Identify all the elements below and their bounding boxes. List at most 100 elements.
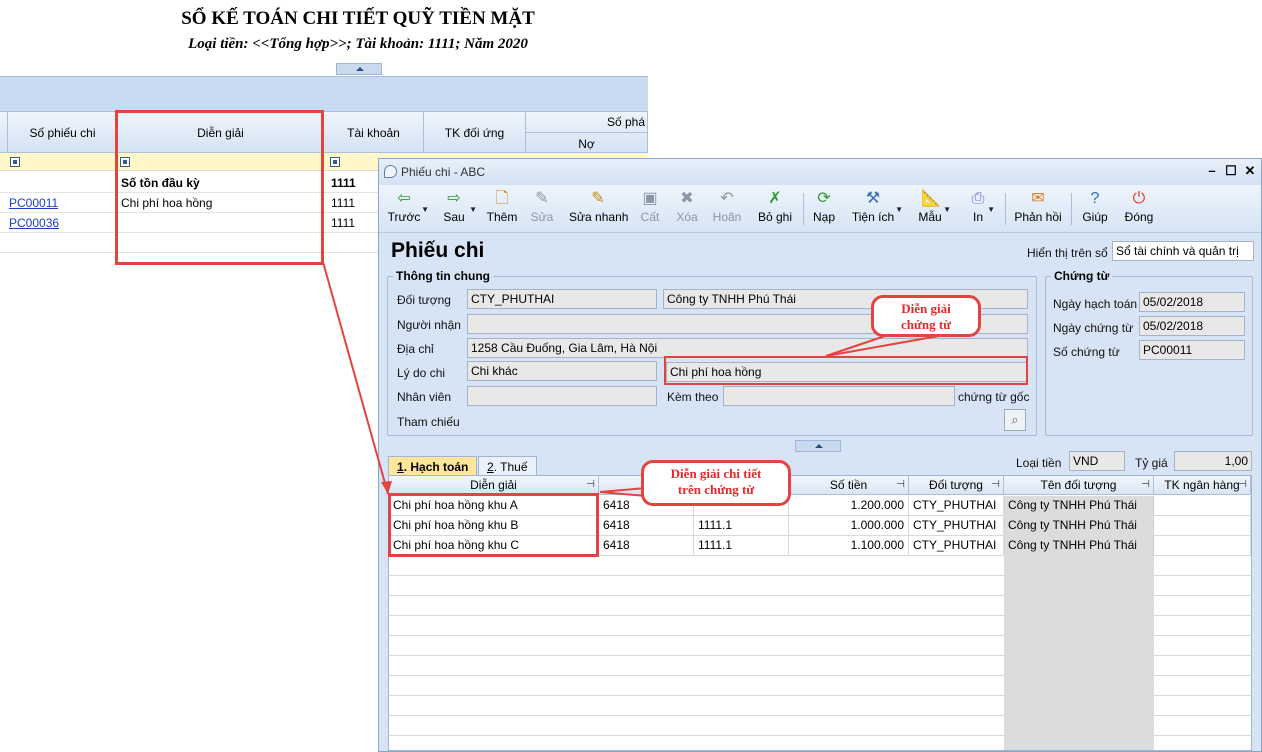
- help-button[interactable]: ? Giúp: [1081, 187, 1109, 231]
- delete-icon: ✖: [680, 190, 694, 207]
- undo-button[interactable]: ↶ Hoãn: [711, 187, 743, 231]
- pin-icon[interactable]: ⊣: [896, 476, 905, 494]
- filter-icon[interactable]: [10, 157, 20, 167]
- cell-tai-khoan: 1111: [331, 216, 356, 230]
- filter-icon[interactable]: [330, 157, 340, 167]
- collapse-splitter[interactable]: [336, 63, 382, 75]
- ngay-hach-toan-field[interactable]: 05/02/2018: [1139, 292, 1245, 312]
- doi-tuong-label: Đối tượng: [397, 293, 451, 307]
- feedback-button[interactable]: ✉ Phản hồi: [1013, 187, 1063, 231]
- col-tai-khoan[interactable]: Tài khoản: [324, 112, 424, 154]
- nguoi-nhan-label: Người nhận: [397, 318, 461, 332]
- col-no[interactable]: Nợ: [526, 133, 648, 154]
- kem-theo-field[interactable]: [723, 386, 955, 406]
- col-tk-ngan-hang[interactable]: TK ngân hàng ⊣: [1154, 476, 1251, 495]
- table-row[interactable]: [389, 596, 1251, 616]
- ly-do-chi-field[interactable]: Chi khác: [467, 361, 657, 381]
- ngay-chung-tu-field[interactable]: 05/02/2018: [1139, 316, 1245, 336]
- minimize-icon[interactable]: –: [1203, 162, 1221, 180]
- so-chung-tu-label: Số chứng từ: [1053, 345, 1120, 359]
- maximize-icon[interactable]: ☐: [1222, 162, 1240, 180]
- col-so-phieu-chi[interactable]: Số phiếu chi: [8, 112, 118, 154]
- highlight-report-dien-giai: [115, 110, 324, 265]
- highlight-grid-dien-giai: [388, 493, 599, 557]
- mail-icon: ✉: [1031, 190, 1045, 207]
- ngay-chung-tu-label: Ngày chứng từ: [1053, 321, 1134, 335]
- close-icon[interactable]: ✕: [1241, 162, 1259, 180]
- save-button[interactable]: ▣ Cất: [639, 187, 661, 231]
- col-so-tien[interactable]: Số tiền ⊣: [789, 476, 909, 495]
- reload-button[interactable]: ⟳ Nạp: [811, 187, 837, 231]
- callout-dien-giai-chung-tu: Diễn giải chứng từ: [871, 295, 981, 337]
- cell-tai-khoan: 1111: [331, 176, 356, 190]
- tab-thue[interactable]: 2. Thuế: [478, 456, 537, 476]
- pin-icon[interactable]: ⊣: [586, 476, 595, 494]
- col-doi-tuong[interactable]: Đối tượng ⊣: [909, 476, 1004, 495]
- table-row[interactable]: [389, 616, 1251, 636]
- report-title: SỔ KẾ TOÁN CHI TIẾT QUỸ TIỀN MẶT: [181, 8, 535, 29]
- dia-chi-field[interactable]: 1258 Cầu Đuống, Gia Lâm, Hà Nội: [467, 338, 1028, 358]
- table-row[interactable]: [389, 556, 1251, 576]
- edit-document-icon: ✎: [535, 190, 549, 207]
- ty-gia-label: Tỷ giá: [1135, 456, 1168, 470]
- col-so-phat-sinh[interactable]: Số phá: [526, 112, 648, 133]
- page-title: Phiếu chi: [391, 239, 485, 262]
- unpost-button[interactable]: ✗ Bỏ ghi: [757, 187, 793, 231]
- chung-tu-title: Chứng từ: [1051, 269, 1113, 283]
- report-grid-header: Số phiếu chi Diễn giải Tài khoản TK đối …: [0, 111, 648, 154]
- next-button[interactable]: ⇨ Sau ▼: [439, 187, 477, 231]
- table-row[interactable]: [389, 696, 1251, 716]
- so-chung-tu-field[interactable]: PC00011: [1139, 340, 1245, 360]
- undo-icon: ↶: [720, 190, 734, 207]
- refresh-icon: ⟳: [817, 190, 831, 207]
- table-row[interactable]: [389, 576, 1251, 596]
- chung-tu-goc-label: chứng từ gốc: [958, 390, 1030, 404]
- report-group-band: [0, 76, 648, 111]
- loai-tien-field[interactable]: VND: [1069, 451, 1125, 471]
- search-icon[interactable]: ⌕: [1004, 409, 1026, 431]
- nhan-vien-field[interactable]: [467, 386, 657, 406]
- doi-tuong-code-field[interactable]: CTY_PHUTHAI: [467, 289, 657, 309]
- hien-thi-label: Hiển thị trên sổ: [1027, 246, 1108, 260]
- window-title: Phiếu chi - ABC: [401, 165, 486, 179]
- print-button[interactable]: ⎙ In ▼: [969, 187, 995, 231]
- phieu-chi-dialog: Phiếu chi - ABC – ☐ ✕ ⇦ Trước ▼ ⇨ Sau ▼ 🗋 …: [378, 158, 1262, 752]
- utilities-button[interactable]: ⚒ Tiện ích ▼: [851, 187, 903, 231]
- cell-tai-khoan: 1111: [331, 196, 356, 210]
- hien-thi-select[interactable]: Sổ tài chính và quản trị: [1112, 241, 1254, 261]
- pin-icon[interactable]: ⊣: [1238, 476, 1247, 494]
- add-button[interactable]: 🗋 Thêm: [485, 187, 519, 231]
- edit-button[interactable]: ✎ Sửa: [529, 187, 555, 231]
- template-button[interactable]: 📐 Mẫu ▼: [917, 187, 951, 231]
- app-icon: [384, 165, 397, 178]
- table-row[interactable]: [389, 676, 1251, 696]
- loai-tien-label: Loại tiền: [1016, 456, 1062, 470]
- col-tk-doi-ung[interactable]: TK đối ứng: [424, 112, 526, 154]
- kem-theo-label: Kèm theo: [667, 390, 719, 404]
- ruler-icon: 📐: [921, 190, 941, 207]
- help-icon: ?: [1090, 190, 1100, 207]
- tham-chieu-label: Tham chiếu: [397, 415, 460, 429]
- dialog-titlebar[interactable]: Phiếu chi - ABC – ☐ ✕: [379, 159, 1261, 185]
- tools-icon: ⚒: [865, 190, 881, 207]
- row-indicator-header: [0, 112, 8, 154]
- close-button[interactable]: ⏻ Đóng: [1123, 187, 1155, 231]
- col-ten-doi-tuong[interactable]: Tên đối tượng ⊣: [1004, 476, 1154, 495]
- new-document-icon: 🗋: [495, 190, 509, 207]
- save-icon: ▣: [642, 190, 658, 207]
- delete-button[interactable]: ✖ Xóa: [675, 187, 699, 231]
- ty-gia-field[interactable]: 1,00: [1174, 451, 1252, 471]
- table-row[interactable]: [389, 636, 1251, 656]
- unpost-icon: ✗: [768, 190, 782, 207]
- pin-icon[interactable]: ⊣: [991, 476, 1000, 494]
- quick-edit-button[interactable]: ✎ Sửa nhanh: [569, 187, 628, 231]
- tab-hach-toan[interactable]: 1. Hạch toán: [388, 456, 478, 476]
- callout-dien-giai-chi-tiet: Diễn giải chi tiết trên chứng từ: [641, 460, 791, 506]
- voucher-link[interactable]: PC00011: [9, 196, 58, 210]
- prev-button[interactable]: ⇦ Trước ▼: [387, 187, 429, 231]
- pin-icon[interactable]: ⊣: [1141, 476, 1150, 494]
- table-row[interactable]: [389, 716, 1251, 736]
- voucher-link[interactable]: PC00036: [9, 216, 59, 230]
- table-row[interactable]: [389, 656, 1251, 676]
- collapse-splitter[interactable]: [795, 440, 841, 452]
